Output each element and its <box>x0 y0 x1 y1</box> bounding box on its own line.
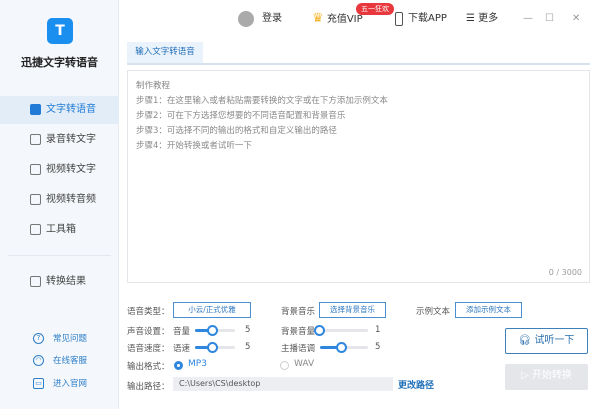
login-label: 登录 <box>262 13 282 24</box>
vip-label: 充值VIP <box>326 14 363 25</box>
question-icon: ? <box>33 333 44 344</box>
placeholder-line: 制作教程 <box>136 81 171 91</box>
download-label: 下载APP <box>408 13 447 24</box>
help-label: 进入官网 <box>53 379 88 389</box>
crown-icon: ♛ <box>312 11 324 26</box>
change-path-link[interactable]: 更改路径 <box>398 378 434 391</box>
minimize-button[interactable]: — <box>523 11 533 27</box>
mp3-radio[interactable] <box>174 361 183 370</box>
sidebar-item-toolbox[interactable]: 工具箱 <box>0 216 119 244</box>
output-path-field[interactable]: C:\Users\CS\desktop <box>173 377 393 391</box>
speech-speed-label: 语音速度： <box>127 344 170 354</box>
sidebar-item-results[interactable]: 转换结果 <box>0 268 119 296</box>
tone-value: 5 <box>375 342 381 352</box>
sample-text-label: 示例文本 <box>416 307 451 317</box>
headphones-icon: 🎧︎ <box>518 335 532 346</box>
text-speech-icon <box>30 104 41 115</box>
sidebar: T 迅捷文字转语音 文字转语音 录音转文字 视频转文字 视频转音频 工具箱 转换… <box>0 0 119 409</box>
placeholder-line: 步骤4：开始转换或者试听一下 <box>136 141 252 151</box>
phone-icon <box>395 12 403 26</box>
nav-label: 文字转语音 <box>46 104 96 115</box>
nav-label: 工具箱 <box>46 224 76 235</box>
monitor-icon: ▭ <box>33 378 44 389</box>
voice-type-button[interactable]: 小云/正式优雅 <box>173 302 251 318</box>
nav-label: 转换结果 <box>46 276 86 287</box>
video-text-icon <box>30 164 41 175</box>
headset-icon: ◠ <box>33 355 44 366</box>
bg-volume-value: 1 <box>375 325 381 335</box>
result-icon <box>30 276 41 287</box>
placeholder-line: 步骤3：可选择不同的输出的格式和自定义输出的路径 <box>136 126 337 136</box>
bg-volume-slider-handle[interactable] <box>314 325 325 336</box>
tab-underline <box>127 63 590 65</box>
promo-badge: 五一狂欢 <box>356 3 394 15</box>
nav-label: 视频转音频 <box>46 194 96 205</box>
bg-volume-label: 背景音量 <box>281 327 316 337</box>
sidebar-item-text-to-speech[interactable]: 文字转语音 <box>0 96 119 124</box>
placeholder-line: 步骤2：可在下方选择您想要的不同语音配置和背景音乐 <box>136 111 346 121</box>
vip-button[interactable]: ♛ 充值VIP <box>312 11 363 27</box>
close-button[interactable]: ✕ <box>572 11 580 27</box>
bg-music-label: 背景音乐 <box>281 307 316 317</box>
speed-value: 5 <box>245 342 251 352</box>
output-path-label: 输出路径： <box>127 382 170 392</box>
more-menu-button[interactable]: ☰ 更多 <box>466 11 498 27</box>
sound-settings-label: 声音设置： <box>127 327 170 337</box>
sidebar-item-video-to-text[interactable]: 视频转文字 <box>0 156 119 184</box>
placeholder-line: 步骤1：在这里输入或者粘贴需要转换的文字或在下方添加示例文本 <box>136 96 388 106</box>
char-counter: 0 / 3000 <box>548 268 582 277</box>
tone-slider-handle[interactable] <box>336 342 347 353</box>
toolbox-icon <box>30 224 41 235</box>
voice-type-label: 语音类型： <box>127 307 170 317</box>
mp3-label: MP3 <box>188 359 207 369</box>
app-logo: T <box>47 18 73 44</box>
bg-volume-slider[interactable] <box>320 329 368 332</box>
avatar-icon <box>238 11 254 27</box>
nav-label: 视频转文字 <box>46 164 96 175</box>
wav-label: WAV <box>294 359 315 369</box>
faq-link[interactable]: ? 常见问题 <box>0 330 119 348</box>
volume-slider-handle[interactable] <box>207 325 218 336</box>
volume-label: 音量 <box>173 327 191 337</box>
website-link[interactable]: ▭ 进入官网 <box>0 375 119 393</box>
sidebar-item-record-to-text[interactable]: 录音转文字 <box>0 126 119 154</box>
volume-value: 5 <box>245 325 251 335</box>
speed-slider-handle[interactable] <box>207 342 218 353</box>
help-label: 在线客服 <box>53 356 88 366</box>
menu-icon: ☰ <box>466 13 475 24</box>
start-convert-button[interactable]: ▷ 开始转换 <box>505 364 588 390</box>
maximize-button[interactable]: ☐ <box>545 11 554 27</box>
tab-text-input[interactable]: 输入文字转语音 <box>127 42 203 63</box>
output-format-label: 输出格式： <box>127 362 170 372</box>
download-app-button[interactable]: 下载APP <box>395 11 447 27</box>
wav-radio[interactable] <box>280 361 289 370</box>
more-label: 更多 <box>478 13 499 24</box>
online-support-link[interactable]: ◠ 在线客服 <box>0 352 119 370</box>
nav-label: 录音转文字 <box>46 134 96 145</box>
select-bg-music-button[interactable]: 选择背景音乐 <box>319 302 386 318</box>
app-title: 迅捷文字转语音 <box>21 56 98 69</box>
preview-button[interactable]: 🎧︎ 试听一下 <box>505 328 588 354</box>
convert-label: 开始转换 <box>531 370 572 381</box>
preview-label: 试听一下 <box>534 335 575 346</box>
sidebar-item-video-to-audio[interactable]: 视频转音频 <box>0 186 119 214</box>
play-circle-icon: ▷ <box>521 370 529 381</box>
video-audio-icon <box>30 194 41 205</box>
help-label: 常见问题 <box>53 334 88 344</box>
login-button[interactable]: 登录 <box>238 11 282 27</box>
divider <box>8 255 111 256</box>
add-sample-text-button[interactable]: 添加示例文本 <box>455 302 522 318</box>
speed-label: 语速 <box>173 344 191 354</box>
tone-label: 主播语调 <box>281 344 316 354</box>
record-icon <box>30 134 41 145</box>
